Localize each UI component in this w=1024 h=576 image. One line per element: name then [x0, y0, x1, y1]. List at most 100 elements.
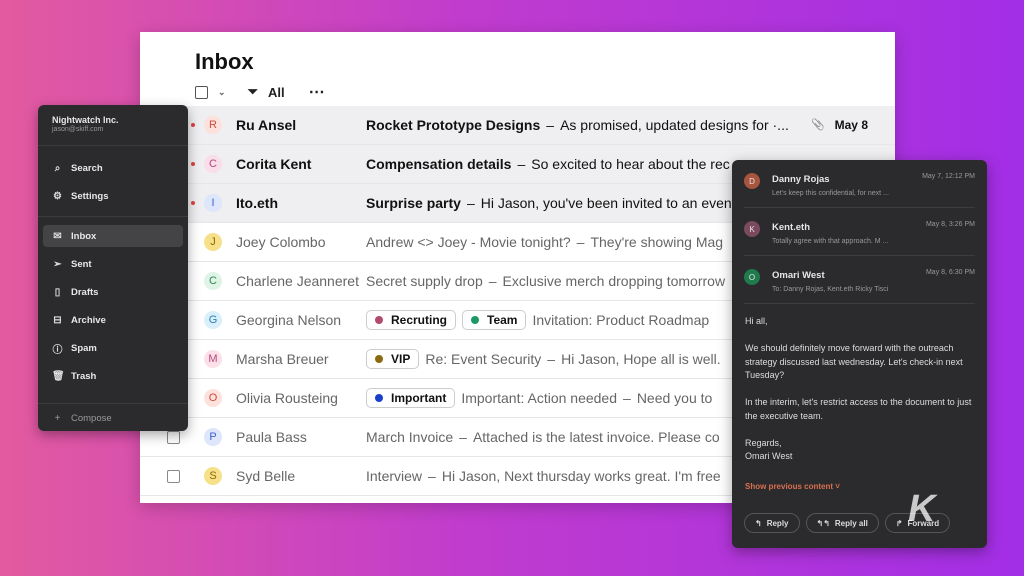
message-preview: To: Danny Rojas, Kent.eth Ricky Tisci [772, 286, 889, 293]
row-checkbox[interactable] [167, 469, 180, 483]
separator: – [488, 273, 497, 289]
sender-name: Joey Colombo [236, 234, 326, 250]
compose-button[interactable]: + Compose [43, 407, 183, 429]
avatar: S [204, 467, 222, 485]
chevron-down-icon[interactable]: ⌄ [218, 87, 226, 98]
subject: Rocket Prototype Designs [366, 117, 541, 133]
subject: March Invoice [366, 429, 454, 445]
compose-label: Compose [71, 412, 112, 424]
sidebar-item-trash[interactable]: 🗑 Trash [43, 365, 183, 387]
more-icon[interactable]: ⋯ [309, 82, 325, 102]
avatar: O [744, 269, 760, 285]
body-paragraph: Regards, Omari West [745, 437, 793, 462]
sender-name: Marsha Breuer [236, 351, 329, 367]
sidebar-item-drafts[interactable]: ▯ Drafts [43, 281, 183, 303]
sender-name: Georgina Nelson [236, 312, 342, 328]
sidebar-item-label: Archive [71, 314, 106, 326]
preview: Hi Jason, Next thursday works great. I'm… [441, 468, 721, 484]
email-row[interactable]: R Ru Ansel Rocket Prototype Designs – As pro… [140, 106, 895, 145]
timestamp: May 7, 12:12 PM [922, 173, 975, 180]
tag-dot [471, 316, 480, 324]
sidebar-item-label: Inbox [71, 230, 97, 242]
tag-label: Important [391, 391, 447, 405]
date: May 8 [834, 118, 868, 132]
sidebar-item-label: Spam [71, 342, 97, 354]
filter-icon[interactable]: ⏷ [248, 84, 258, 100]
sender-name: Corita Kent [236, 156, 312, 172]
filter-all-button[interactable]: All [268, 85, 285, 100]
tag-label: Team [487, 313, 518, 327]
body-paragraph: In the interim, let's restrict access to… [745, 397, 972, 421]
settings-icon: ⚙ [53, 190, 62, 202]
subject-line: Rocket Prototype Designs – As promised, up… [366, 117, 805, 133]
sender-name: Charlene Jeanneret [236, 273, 359, 289]
separator: – [428, 468, 436, 484]
archive-icon: ⊟ [53, 314, 62, 326]
preview: Hi Jason, Hope all is well. [561, 351, 721, 367]
avatar: D [744, 173, 760, 189]
thread-message[interactable]: D Danny Rojas Let's keep this confidential… [744, 164, 975, 208]
separator: – [576, 234, 585, 250]
preview: As promised, updated designs for ·... [560, 117, 789, 133]
subject: Surprise party [366, 195, 461, 211]
sender-name: Olivia Rousteing [236, 390, 338, 406]
separator: – [546, 117, 555, 133]
sender-name: Paula Bass [236, 429, 307, 445]
timestamp: May 8, 6:30 PM [925, 269, 975, 276]
row-checkbox[interactable] [167, 430, 180, 444]
separator: – [459, 429, 467, 445]
sent-icon: ➢ [53, 258, 62, 270]
avatar: C [204, 155, 222, 173]
label-tag[interactable]: Important [366, 388, 456, 408]
thread-message[interactable]: O Omari West To: Danny Rojas, Kent.eth Ric… [744, 260, 975, 304]
preview: Hi Jason, you've been invited to an even… [480, 195, 736, 211]
avatar: K [744, 221, 760, 237]
reply-button[interactable]: ↰ Reply [744, 513, 800, 533]
preview: Exclusive merch dropping tomorrow [502, 273, 726, 289]
label-tag[interactable]: Team [462, 310, 527, 330]
avatar: M [204, 350, 222, 368]
message-body: Hi all, We should definitely move forward… [745, 315, 980, 477]
subject: Secret supply drop [366, 273, 483, 289]
separator: – [623, 390, 631, 406]
show-previous-link[interactable]: Show previous content ˅ [745, 482, 840, 491]
label-tag[interactable]: VIP [366, 349, 420, 369]
tag-label: VIP [391, 352, 411, 366]
select-all-checkbox[interactable] [195, 85, 208, 99]
reply-label: Reply [766, 518, 789, 528]
drafts-icon: ▯ [54, 286, 61, 298]
separator: – [547, 351, 556, 367]
sidebar-item-spam[interactable]: ⓘ Spam [43, 337, 183, 359]
forward-icon: ↱ [895, 518, 903, 528]
avatar: J [204, 233, 222, 251]
label-tag[interactable]: Recruting [366, 310, 457, 330]
reply-all-button[interactable]: ↰↰ Reply all [805, 513, 879, 533]
toolbar: ⌄ ⏷ All ⋯ [195, 82, 325, 102]
sidebar-item-settings[interactable]: ⚙ Settings [43, 185, 183, 207]
preview: They're showing Mag [590, 234, 724, 250]
sidebar-item-label: Search [71, 162, 103, 174]
sidebar-item-search[interactable]: ⌕ Search [43, 157, 183, 179]
unread-dot [191, 201, 195, 205]
avatar: R [204, 116, 222, 134]
tag-label: Recruting [391, 313, 448, 327]
spam-icon: ⓘ [52, 344, 63, 356]
unread-dot [191, 162, 195, 166]
account-email: jason@skiff.com [52, 126, 104, 133]
avatar: P [204, 428, 222, 446]
trash-icon: 🗑 [52, 370, 65, 382]
sidebar-item-label: Sent [71, 258, 92, 270]
body-paragraph: We should definitely move forward with t… [745, 343, 963, 380]
sidebar-item-inbox[interactable]: ✉ Inbox [43, 225, 183, 247]
sidebar-item-archive[interactable]: ⊟ Archive [43, 309, 183, 331]
sender-name: Ito.eth [236, 195, 278, 211]
unread-dot [191, 123, 195, 127]
avatar: G [204, 311, 222, 329]
reply-icon: ↰ [755, 518, 762, 528]
page-title: Inbox [195, 49, 254, 74]
subject: Important: Action needed [461, 390, 618, 406]
reply-all-label: Reply all [834, 518, 868, 528]
sidebar-item-sent[interactable]: ➢ Sent [43, 253, 183, 275]
timestamp: May 8, 3:26 PM [925, 221, 975, 228]
thread-message[interactable]: K Kent.eth Totally agree with that approac… [744, 212, 975, 256]
